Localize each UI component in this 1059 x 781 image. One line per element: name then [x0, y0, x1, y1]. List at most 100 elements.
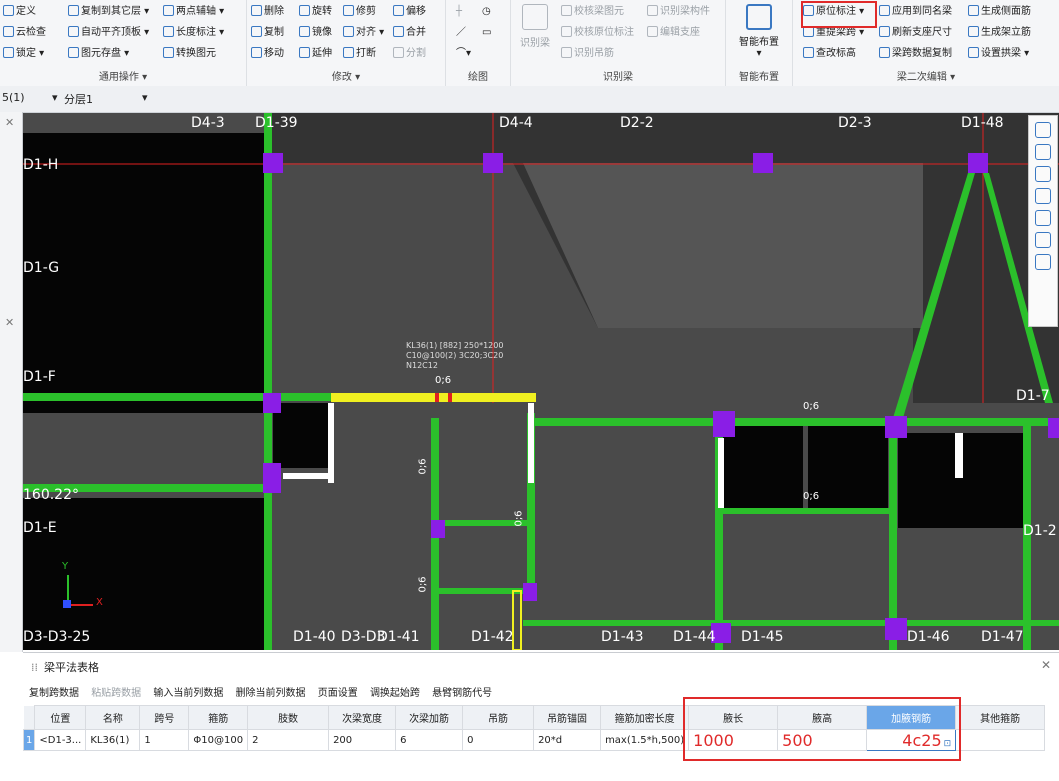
- col-hanger[interactable]: 吊筋: [462, 705, 535, 730]
- row-index[interactable]: 1: [22, 729, 36, 751]
- col-hanger-anchor[interactable]: 吊筋锚固: [533, 705, 602, 730]
- cell-legs[interactable]: 2: [247, 729, 330, 751]
- beam-vertical-5: [889, 423, 897, 650]
- gen-erect-bar-button[interactable]: 生成架立筋: [968, 26, 1031, 40]
- line-draw-icon[interactable]: ／: [456, 26, 466, 40]
- delete-button[interactable]: 删除: [251, 5, 284, 19]
- rotate-button[interactable]: 旋转: [299, 5, 332, 19]
- length-dimension-button[interactable]: 长度标注 ▾: [163, 26, 224, 40]
- beam-plan-drawing[interactable]: [23, 113, 1059, 650]
- close-icon-2[interactable]: ✕: [5, 316, 14, 329]
- orbit-icon[interactable]: [1035, 122, 1051, 138]
- edit-support-button[interactable]: 编辑支座: [647, 26, 700, 40]
- arc-draw-icon[interactable]: ⌒▾: [456, 47, 471, 61]
- group-title-beam-edit[interactable]: 梁二次编辑 ▾: [793, 68, 1059, 83]
- cell-sub-add[interactable]: 6: [395, 729, 464, 751]
- col-name[interactable]: 名称: [85, 705, 141, 730]
- col-sub-add[interactable]: 次梁加筋: [395, 705, 464, 730]
- swap-start-span-button[interactable]: 调换起始跨: [370, 688, 420, 699]
- column-11: [885, 618, 907, 640]
- floor-select[interactable]: 5(1): [2, 91, 25, 104]
- identify-hanger-button[interactable]: 识别吊筋: [561, 47, 614, 61]
- sublayer-dropdown-icon[interactable]: ▾: [142, 91, 148, 104]
- layer-view-icon[interactable]: [1035, 232, 1051, 248]
- col-stirrup[interactable]: 箍筋: [188, 705, 249, 730]
- group-title-modify[interactable]: 修改 ▾: [247, 68, 445, 83]
- point-draw-icon[interactable]: ┼: [456, 5, 462, 19]
- 3d-view-icon[interactable]: [1035, 166, 1051, 182]
- floor-dropdown-icon[interactable]: ▾: [52, 91, 58, 104]
- identify-beam-button[interactable]: 识别梁: [515, 4, 555, 49]
- copy-button[interactable]: 复制: [251, 26, 284, 40]
- white-wall-3: [718, 438, 724, 508]
- col-dense-len[interactable]: 箍筋加密长度: [600, 705, 690, 730]
- smart-layout-icon: [746, 4, 772, 30]
- copy-to-layer-button[interactable]: 复制到其它层 ▾: [68, 5, 149, 19]
- merge-button[interactable]: 合并: [393, 26, 426, 40]
- white-wall-1: [328, 403, 334, 483]
- close-icon[interactable]: ✕: [5, 116, 14, 129]
- properties-icon[interactable]: [1035, 254, 1051, 270]
- cell-hanger-anchor[interactable]: 20*d: [533, 729, 602, 751]
- beam-annotation[interactable]: KL36(1) [882] 250*1200 C10@100(2) 3C20;3…: [406, 341, 503, 371]
- span-data-copy-button[interactable]: 梁跨数据复制: [879, 47, 952, 61]
- cantilever-bar-code-button[interactable]: 悬臂钢筋代号: [432, 688, 492, 699]
- col-legs[interactable]: 肢数: [247, 705, 330, 730]
- cell-sub-width[interactable]: 200: [328, 729, 397, 751]
- input-column-data-button[interactable]: 输入当前列数据: [153, 688, 223, 699]
- identify-beam-component-button[interactable]: 识别梁构件: [647, 5, 710, 19]
- split-button[interactable]: 分割: [393, 47, 426, 61]
- refresh-support-size-button[interactable]: 刷新支座尺寸: [879, 26, 952, 40]
- rect-draw-icon[interactable]: ▭: [482, 26, 491, 40]
- break-button[interactable]: 打断: [343, 47, 376, 61]
- highlight-haunch-columns: [683, 697, 961, 761]
- drawing-canvas[interactable]: D4-3 D1-39 D4-4 D2-2 D2-3 D1-48 D1-H D1-…: [23, 113, 1059, 650]
- col-span[interactable]: 跨号: [139, 705, 190, 730]
- close-panel-icon[interactable]: ✕: [1041, 658, 1051, 672]
- cell-position[interactable]: <D1-3...: [34, 729, 87, 751]
- copy-span-data-button[interactable]: 复制跨数据: [29, 688, 79, 699]
- cell-hanger[interactable]: 0: [462, 729, 535, 751]
- col-other-stirrup[interactable]: 其他箍筋: [955, 705, 1046, 730]
- smart-layout-button[interactable]: 智能布置 ▾: [728, 4, 790, 59]
- define-button[interactable]: 定义: [3, 5, 36, 19]
- auto-align-top-button[interactable]: 自动平齐顶板 ▾: [68, 26, 149, 40]
- rotate-point-icon[interactable]: ◷: [482, 5, 491, 19]
- delete-column-data-button[interactable]: 删除当前列数据: [236, 688, 306, 699]
- group-title-general[interactable]: 通用操作 ▾: [0, 68, 246, 83]
- cell-name[interactable]: KL36(1): [85, 729, 141, 751]
- room-black-2: [808, 425, 888, 510]
- paste-span-data-button[interactable]: 粘贴跨数据: [91, 688, 141, 699]
- move-button[interactable]: 移动: [251, 47, 284, 61]
- page-setup-button[interactable]: 页面设置: [318, 688, 358, 699]
- mirror-button[interactable]: 镜像: [299, 26, 332, 40]
- lock-button[interactable]: 锁定 ▾: [3, 47, 44, 61]
- re-extract-span-button[interactable]: 重提梁跨 ▾: [803, 26, 864, 40]
- element-save-button[interactable]: 图元存盘 ▾: [68, 47, 129, 61]
- convert-element-button[interactable]: 转换图元: [163, 47, 216, 61]
- check-elevation-button[interactable]: 查改标高: [803, 47, 856, 61]
- check-beam-element-button[interactable]: 校核梁图元: [561, 5, 624, 19]
- gen-side-bar-button[interactable]: 生成侧面筋: [968, 5, 1031, 19]
- cloud-check-button[interactable]: 云检查: [3, 26, 46, 40]
- col-position[interactable]: 位置: [34, 705, 87, 730]
- check-inplace-mark-button[interactable]: 校核原位标注: [561, 26, 634, 40]
- align-button[interactable]: 对齐 ▾: [343, 26, 384, 40]
- apply-same-beam-button[interactable]: 应用到同名梁: [879, 5, 952, 19]
- cell-span[interactable]: 1: [139, 729, 190, 751]
- offset-icon: [393, 5, 404, 16]
- set-arch-beam-button[interactable]: 设置拱梁 ▾: [968, 47, 1029, 61]
- drag-handle-icon[interactable]: ⁞⁞: [31, 661, 38, 674]
- col-sub-width[interactable]: 次梁宽度: [328, 705, 397, 730]
- zoom-extent-icon[interactable]: [1035, 210, 1051, 226]
- 2d-view-icon[interactable]: [1035, 144, 1051, 160]
- offset-button[interactable]: 偏移: [393, 5, 426, 19]
- cell-stirrup[interactable]: Φ10@100: [188, 729, 249, 751]
- cube-view-icon[interactable]: [1035, 188, 1051, 204]
- cell-dense-len[interactable]: max(1.5*h,500): [600, 729, 690, 751]
- trim-button[interactable]: 修剪: [343, 5, 376, 19]
- sublayer-select[interactable]: 分层1: [64, 91, 93, 107]
- two-point-axis-button[interactable]: 两点辅轴 ▾: [163, 5, 224, 19]
- extend-button[interactable]: 延伸: [299, 47, 332, 61]
- cell-other-stirrup[interactable]: [955, 729, 1046, 751]
